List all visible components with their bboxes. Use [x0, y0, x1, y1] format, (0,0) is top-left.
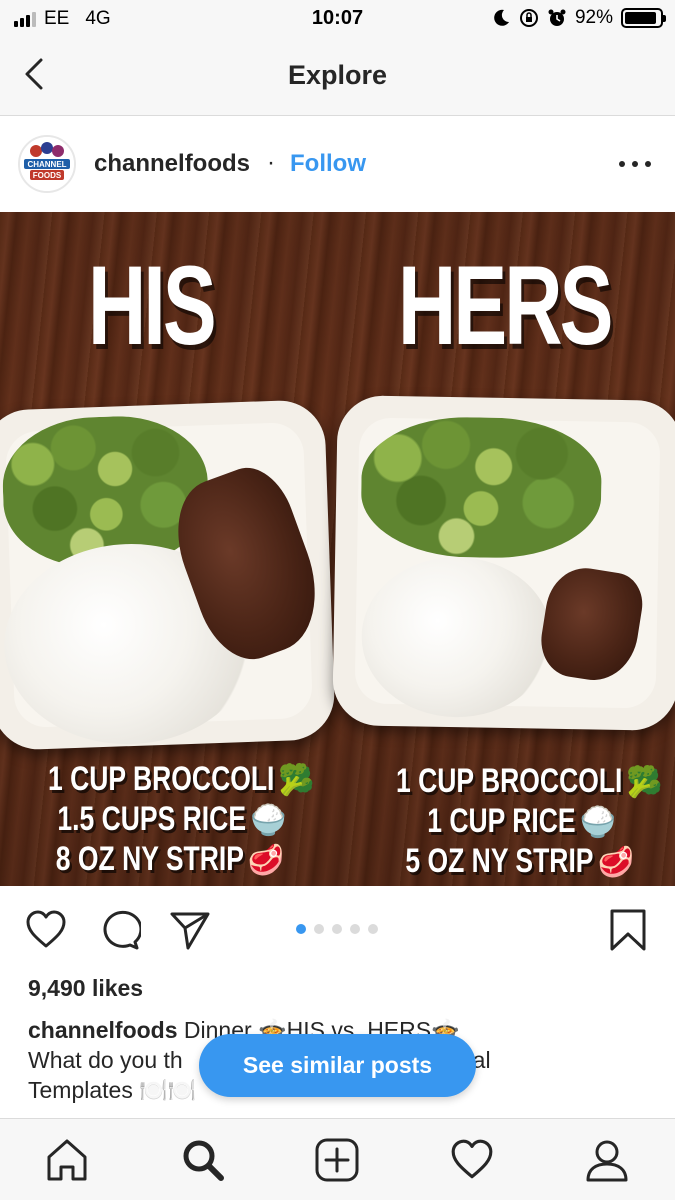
steak-emoji-icon: 🥩 — [248, 844, 285, 877]
broccoli-emoji-icon: 🥦 — [626, 766, 664, 799]
avatar-text-2: FOODS — [33, 171, 62, 180]
carousel-indicator — [296, 924, 378, 934]
hers-line-2: 1 CUP RICE 🍚 — [396, 802, 659, 842]
channelfoods-logo: CHANNEL FOODS — [20, 137, 74, 191]
more-options-button[interactable] — [619, 157, 651, 171]
battery-icon — [621, 8, 666, 28]
bottom-tab-bar — [0, 1118, 675, 1200]
tab-new-post[interactable] — [314, 1137, 360, 1183]
comment-button[interactable] — [97, 908, 143, 952]
rotation-lock-icon — [519, 9, 538, 27]
tab-home[interactable] — [44, 1137, 90, 1183]
carousel-dot — [368, 924, 378, 934]
carousel-dot — [314, 924, 324, 934]
image-title-his: HIS — [88, 243, 217, 368]
image-title-hers: HERS — [398, 243, 613, 368]
his-line-3: 8 OZ NY STRIP 🥩 — [48, 840, 311, 880]
page-title: Explore — [287, 60, 388, 90]
his-line-2: 1.5 CUPS RICE 🍚 — [48, 800, 311, 840]
rice-emoji-icon: 🍚 — [579, 806, 617, 839]
his-line-1-text: 1 CUP BROCCOLI — [48, 760, 275, 798]
broccoli-emoji-icon: 🥦 — [278, 764, 316, 797]
post-image[interactable]: HIS HERS 1 CUP BROCCOLI 🥦 1.5 CUPS RICE 🍚 … — [0, 212, 675, 886]
hers-line-3: 5 OZ NY STRIP 🥩 — [396, 842, 659, 882]
post-author[interactable]: channelfoods — [94, 150, 250, 178]
post-header: CHANNEL FOODS channelfoods · Follow — [0, 117, 675, 212]
more-dot-icon — [645, 161, 651, 167]
rice-emoji-icon: 🍚 — [250, 804, 287, 837]
hers-line-2-text: 1 CUP RICE — [427, 802, 576, 840]
profile-icon — [586, 1140, 628, 1182]
add-post-icon — [315, 1138, 359, 1182]
battery-percent: 92% — [574, 7, 613, 28]
nav-header: Explore — [0, 38, 675, 116]
his-line-3-text: 8 OZ NY STRIP — [55, 840, 244, 878]
follow-button[interactable]: Follow — [290, 150, 366, 178]
bookmark-icon — [610, 909, 646, 951]
heart-icon — [26, 910, 66, 948]
share-button[interactable] — [168, 908, 212, 952]
see-similar-posts-button[interactable]: See similar posts — [199, 1034, 476, 1097]
like-count[interactable]: 9,490 likes — [28, 975, 143, 1002]
image-caption-hers: 1 CUP BROCCOLI 🥦 1 CUP RICE 🍚 5 OZ NY STRI… — [396, 762, 663, 882]
more-dot-icon — [619, 161, 625, 167]
plate-his — [0, 399, 336, 751]
his-line-1: 1 CUP BROCCOLI 🥦 — [48, 760, 315, 800]
status-right: 92% — [491, 7, 666, 29]
separator-dot: · — [267, 149, 275, 176]
steak-emoji-icon: 🥩 — [597, 846, 635, 879]
avatar[interactable]: CHANNEL FOODS — [18, 135, 76, 193]
his-line-2-text: 1.5 CUPS RICE — [57, 800, 247, 838]
carousel-dot — [332, 924, 342, 934]
image-caption-his: 1 CUP BROCCOLI 🥦 1.5 CUPS RICE 🍚 8 OZ NY S… — [48, 760, 315, 880]
carousel-dot — [350, 924, 360, 934]
tab-search[interactable] — [180, 1137, 226, 1183]
tab-activity[interactable] — [449, 1137, 495, 1183]
like-button[interactable] — [24, 908, 68, 952]
save-button[interactable] — [606, 908, 650, 952]
more-dot-icon — [632, 161, 638, 167]
comment-icon — [103, 910, 143, 950]
hers-line-1: 1 CUP BROCCOLI 🥦 — [396, 762, 663, 802]
hers-line-3-text: 5 OZ NY STRIP — [405, 842, 594, 880]
moon-icon — [494, 9, 509, 26]
battery-fill — [625, 12, 657, 24]
hers-line-1-text: 1 CUP BROCCOLI — [396, 762, 623, 800]
broccoli-hers — [360, 415, 603, 560]
plate-hers — [332, 395, 675, 731]
search-icon — [183, 1140, 224, 1181]
caption-author[interactable]: channelfoods — [28, 1017, 178, 1043]
heart-icon — [451, 1139, 493, 1179]
tab-profile[interactable] — [584, 1137, 630, 1183]
alarm-icon — [548, 9, 566, 26]
home-icon — [47, 1139, 87, 1181]
send-icon — [170, 912, 210, 950]
carousel-dot — [296, 924, 306, 934]
caption-text-2: What do you th — [28, 1047, 183, 1073]
status-bar: EE 4G 10:07 92% — [0, 0, 675, 38]
avatar-text-1: CHANNEL — [27, 160, 66, 169]
